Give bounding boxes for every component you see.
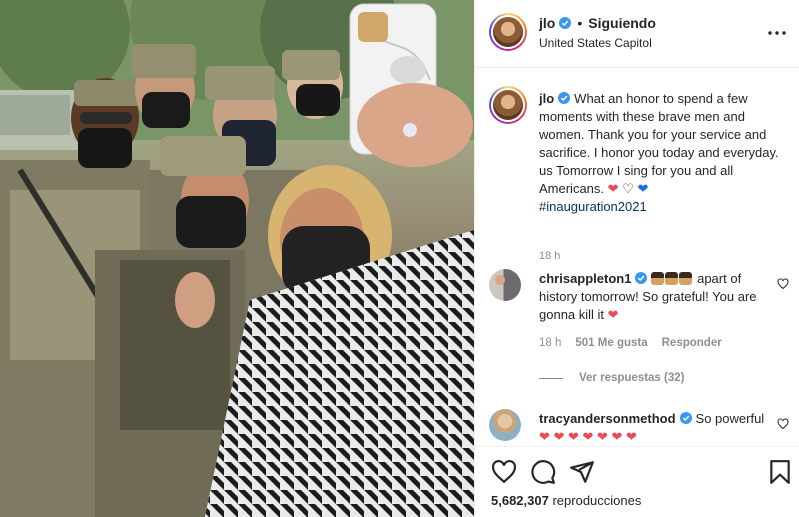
caption-body: What an honor to spend a few moments wit… [539, 91, 779, 196]
blue-heart-emoji: ❤ [637, 181, 649, 196]
post-side-panel: jlo • Siguiendo United States Capitol jl… [474, 0, 799, 517]
author-avatar[interactable] [489, 13, 527, 51]
caption-timestamp[interactable]: 18 h [539, 250, 560, 262]
heart-outline-icon[interactable] [491, 459, 517, 485]
reply-button[interactable]: Responder [662, 337, 722, 349]
comment-like-heart-icon[interactable] [777, 278, 789, 290]
verified-badge-icon [635, 272, 648, 284]
commenter-avatar[interactable] [489, 409, 521, 441]
comment-icon[interactable] [530, 459, 556, 485]
views-number: 5,682,307 [491, 493, 549, 508]
post-photo [0, 0, 474, 517]
caption-text: jlo What an honor to spend a few moments … [539, 90, 789, 216]
comment-body: So powerful [695, 411, 765, 426]
comment-meta: 18 h 501 Me gusta Responder [539, 337, 722, 349]
caption-username[interactable]: jlo [539, 91, 554, 106]
comment-like-heart-icon[interactable] [777, 418, 789, 430]
verified-badge-icon [679, 412, 692, 424]
bookmark-icon[interactable] [767, 459, 793, 485]
comment-text: tracyandersonmethod So powerful ❤ ❤ ❤ ❤ ❤… [539, 410, 767, 445]
comment-likes-count[interactable]: 501 Me gusta [575, 337, 647, 349]
post-actions: 5,682,307 reproducciones [475, 446, 799, 517]
verified-badge-icon [559, 17, 572, 29]
red-heart-emoji: ❤ [607, 307, 619, 322]
commenter-avatar[interactable] [489, 269, 521, 301]
commenter-username[interactable]: tracyandersonmethod [539, 411, 676, 426]
following-button[interactable]: Siguiendo [588, 15, 656, 31]
red-hearts-emoji: ❤ ❤ ❤ ❤ ❤ ❤ ❤ [539, 429, 637, 444]
red-heart-emoji: ❤ [607, 181, 619, 196]
white-heart-emoji: ♡ [622, 181, 634, 196]
view-replies-button[interactable]: Ver respuestas (32) [539, 372, 684, 384]
separator-dot: • [577, 15, 583, 31]
person-emoji [679, 272, 693, 285]
post-media[interactable] [0, 0, 474, 517]
author-line: jlo • Siguiendo [539, 15, 656, 31]
person-emoji [651, 272, 665, 285]
person-emoji [665, 272, 679, 285]
comment-timestamp[interactable]: 18 h [539, 337, 561, 349]
comments-list[interactable]: jlo What an honor to spend a few moments … [475, 69, 799, 445]
commenter-username[interactable]: chrisappleton1 [539, 271, 631, 286]
paper-plane-icon[interactable] [569, 459, 595, 485]
hashtag-link[interactable]: #inauguration2021 [539, 199, 647, 214]
more-options-icon[interactable] [768, 22, 786, 40]
caption-avatar[interactable] [489, 86, 527, 124]
post-location[interactable]: United States Capitol [539, 36, 652, 50]
views-label: reproducciones [552, 493, 642, 508]
verified-badge-icon [558, 92, 571, 104]
replies-divider [539, 377, 563, 379]
view-replies-label: Ver respuestas (32) [579, 372, 685, 384]
post-header: jlo • Siguiendo United States Capitol [475, 0, 799, 68]
views-count[interactable]: 5,682,307 reproducciones [491, 493, 641, 508]
author-username[interactable]: jlo [539, 15, 555, 31]
comment-text: chrisappleton1 apart of history tomorrow… [539, 270, 767, 324]
